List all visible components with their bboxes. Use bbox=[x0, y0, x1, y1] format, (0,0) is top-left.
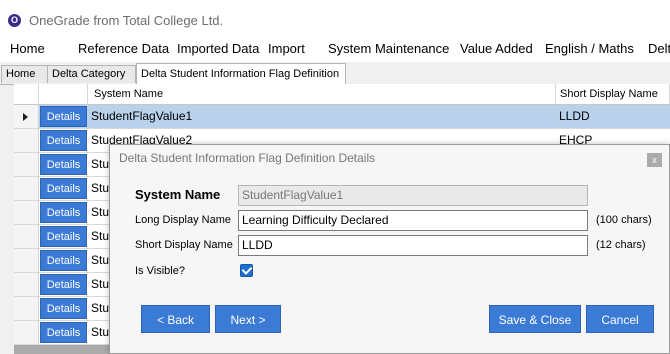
menu-home[interactable]: Home bbox=[10, 41, 45, 56]
tab-home[interactable]: Home bbox=[1, 65, 48, 83]
title-bar: O OneGrade from Total College Ltd. bbox=[0, 0, 670, 34]
tab-delta-category[interactable]: Delta Category bbox=[47, 65, 136, 83]
next-button[interactable]: Next > bbox=[215, 305, 281, 333]
row-header[interactable] bbox=[14, 105, 39, 128]
current-row-arrow-icon bbox=[23, 113, 28, 121]
details-button[interactable]: Details bbox=[40, 178, 87, 199]
short-display-char-limit: (12 chars) bbox=[596, 239, 646, 251]
short-display-name-input[interactable]: LLDD bbox=[238, 235, 588, 256]
app-logo-icon: O bbox=[8, 14, 21, 27]
long-display-name-input[interactable]: Learning Difficulty Declared bbox=[238, 210, 588, 231]
menu-reference-data[interactable]: Reference Data bbox=[78, 41, 169, 56]
column-header-system-name[interactable]: System Name bbox=[88, 84, 556, 104]
system-name-field: StudentFlagValue1 bbox=[238, 185, 588, 206]
menu-delta[interactable]: Delta bbox=[648, 41, 670, 56]
system-name-label: System Name bbox=[135, 187, 221, 202]
dialog-title: Delta Student Information Flag Definitio… bbox=[119, 151, 376, 165]
tab-delta-student-information-flag-definition[interactable]: Delta Student Information Flag Definitio… bbox=[136, 63, 346, 85]
table-row[interactable]: Details StudentFlagValue1 LLDD bbox=[14, 105, 670, 129]
long-display-char-limit: (100 chars) bbox=[596, 214, 652, 226]
row-header[interactable] bbox=[14, 201, 39, 224]
row-header[interactable] bbox=[14, 129, 39, 152]
details-button[interactable]: Details bbox=[40, 298, 87, 319]
short-display-name-label: Short Display Name bbox=[135, 239, 233, 251]
app-title: OneGrade from Total College Ltd. bbox=[29, 13, 224, 28]
close-icon[interactable]: x bbox=[647, 153, 662, 167]
details-button[interactable]: Details bbox=[40, 274, 87, 295]
details-column-header bbox=[39, 84, 88, 104]
details-button[interactable]: Details bbox=[40, 322, 87, 343]
grid-header: System Name Short Display Name bbox=[14, 84, 670, 105]
row-header[interactable] bbox=[14, 153, 39, 176]
cancel-button[interactable]: Cancel bbox=[586, 305, 654, 333]
row-header-corner bbox=[14, 84, 39, 104]
tab-strip: Home Delta Category Delta Student Inform… bbox=[0, 62, 670, 85]
row-header[interactable] bbox=[14, 297, 39, 320]
row-header[interactable] bbox=[14, 321, 39, 344]
menu-system-maintenance[interactable]: System Maintenance bbox=[328, 41, 449, 56]
save-close-button[interactable]: Save & Close bbox=[489, 305, 581, 333]
long-display-name-label: Long Display Name bbox=[135, 214, 231, 226]
row-header[interactable] bbox=[14, 177, 39, 200]
system-name-cell[interactable]: StudentFlagValue1 bbox=[88, 105, 556, 128]
details-button[interactable]: Details bbox=[40, 202, 87, 223]
row-header[interactable] bbox=[14, 273, 39, 296]
menu-bar: Home Reference Data Imported Data Import… bbox=[0, 34, 670, 62]
menu-english-maths[interactable]: English / Maths bbox=[545, 41, 634, 56]
back-button[interactable]: < Back bbox=[141, 305, 210, 333]
row-header[interactable] bbox=[14, 225, 39, 248]
details-button[interactable]: Details bbox=[40, 154, 87, 175]
details-button[interactable]: Details bbox=[40, 130, 87, 151]
short-display-name-cell[interactable]: LLDD bbox=[556, 105, 670, 128]
details-button[interactable]: Details bbox=[40, 106, 87, 127]
column-header-short-display-name[interactable]: Short Display Name bbox=[556, 84, 670, 104]
menu-import[interactable]: Import bbox=[268, 41, 305, 56]
row-header[interactable] bbox=[14, 249, 39, 272]
details-dialog: Delta Student Information Flag Definitio… bbox=[109, 144, 670, 354]
is-visible-checkbox[interactable] bbox=[240, 264, 253, 277]
is-visible-label: Is Visible? bbox=[135, 265, 185, 277]
menu-value-added[interactable]: Value Added bbox=[460, 41, 533, 56]
menu-imported-data[interactable]: Imported Data bbox=[177, 41, 259, 56]
details-button[interactable]: Details bbox=[40, 250, 87, 271]
details-button[interactable]: Details bbox=[40, 226, 87, 247]
